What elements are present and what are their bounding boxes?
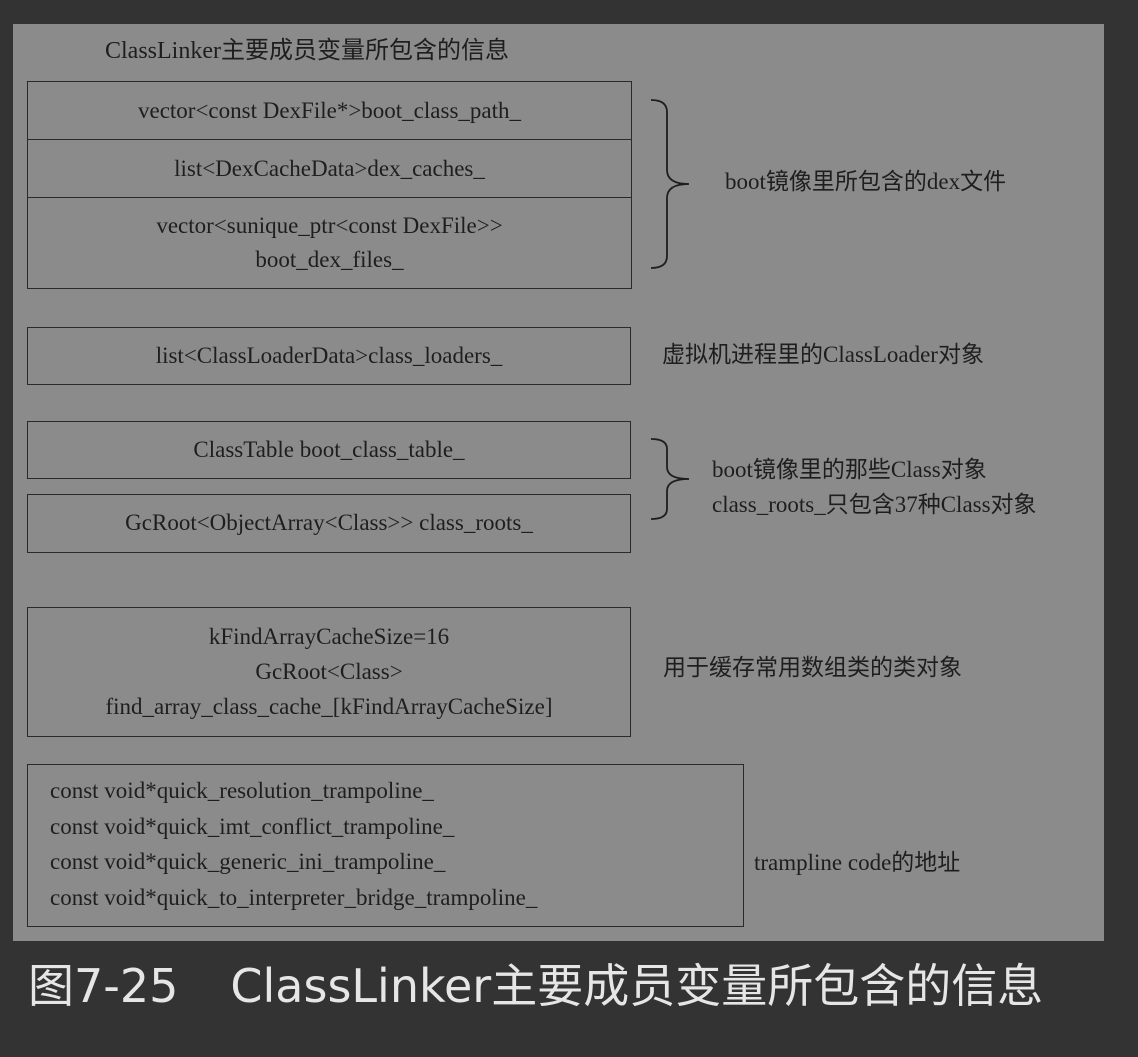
brace-group1 <box>650 99 690 269</box>
figure-caption: 图7-25 ClassLinker主要成员变量所包含的信息 <box>28 950 1043 1016</box>
find-array-class-cache-box: kFindArrayCacheSize=16 GcRoot<Class> fin… <box>27 607 631 737</box>
class-loaders-box: list<ClassLoaderData>class_loaders_ <box>27 327 631 385</box>
field-boot-class-path-text: vector<const DexFile*>boot_class_path_ <box>137 97 521 123</box>
field-boot-dex-files-line1: vector<sunique_ptr<const DexFile>> <box>156 213 503 238</box>
field-boot-dex-files: vector<sunique_ptr<const DexFile>> boot_… <box>28 197 631 288</box>
field-quick-imt-conflict: const void*quick_imt_conflict_trampoline… <box>50 813 455 839</box>
field-cache-size-text: kFindArrayCacheSize=16 <box>208 624 450 649</box>
field-boot-class-table-text: ClassTable boot_class_table_ <box>193 436 465 462</box>
field-dex-caches-text: list<DexCacheData>dex_caches_ <box>174 155 485 181</box>
field-find-array-text: find_array_class_cache_[kFindArrayCacheS… <box>105 694 553 719</box>
diagram-panel: ClassLinker主要成员变量所包含的信息 vector<const Dex… <box>13 24 1104 941</box>
field-quick-resolution: const void*quick_resolution_trampoline_ <box>50 778 434 803</box>
field-find-array-class-cache: kFindArrayCacheSize=16 GcRoot<Class> fin… <box>28 608 630 735</box>
trampoline-lines: const void*quick_resolution_trampoline_ … <box>50 773 537 915</box>
field-dex-caches: list<DexCacheData>dex_caches_ <box>28 139 631 197</box>
class-roots-box: GcRoot<ObjectArray<Class>> class_roots_ <box>27 494 631 553</box>
field-boot-class-table: ClassTable boot_class_table_ <box>28 422 630 477</box>
field-class-loaders: list<ClassLoaderData>class_loaders_ <box>28 328 630 383</box>
brace-group3 <box>650 438 690 520</box>
field-class-roots-text: GcRoot<ObjectArray<Class>> class_roots_ <box>125 510 533 535</box>
note-group5: trampline code的地址 <box>754 850 961 875</box>
field-class-roots: GcRoot<ObjectArray<Class>> class_roots_ <box>28 495 630 551</box>
boot-class-table-box: ClassTable boot_class_table_ <box>27 421 631 479</box>
field-quick-generic-ini: const void*quick_generic_ini_trampoline_ <box>50 849 446 874</box>
note-group2: 虚拟机进程里的ClassLoader对象 <box>662 342 984 367</box>
boot-class-path-box: vector<const DexFile*>boot_class_path_ l… <box>27 81 632 289</box>
note-group4: 用于缓存常用数组类的类对象 <box>663 655 962 680</box>
field-gcroot-class-text: GcRoot<Class> <box>255 659 403 684</box>
field-class-loaders-text: list<ClassLoaderData>class_loaders_ <box>155 342 503 368</box>
note-group1: boot镜像里所包含的dex文件 <box>725 169 1007 194</box>
figure-number: 图7-25 <box>28 959 179 1013</box>
note-group3-line2: class_roots_只包含37种Class对象 <box>712 492 1037 517</box>
figure-caption-text: ClassLinker主要成员变量所包含的信息 <box>230 959 1044 1013</box>
field-quick-to-interpreter: const void*quick_to_interpreter_bridge_t… <box>50 884 538 910</box>
field-boot-class-path: vector<const DexFile*>boot_class_path_ <box>28 82 631 139</box>
trampoline-box: const void*quick_resolution_trampoline_ … <box>27 764 744 927</box>
field-boot-dex-files-line2: boot_dex_files_ <box>255 247 404 272</box>
note-group3-line1: boot镜像里的那些Class对象 <box>712 457 987 482</box>
diagram-title: ClassLinker主要成员变量所包含的信息 <box>105 38 509 64</box>
